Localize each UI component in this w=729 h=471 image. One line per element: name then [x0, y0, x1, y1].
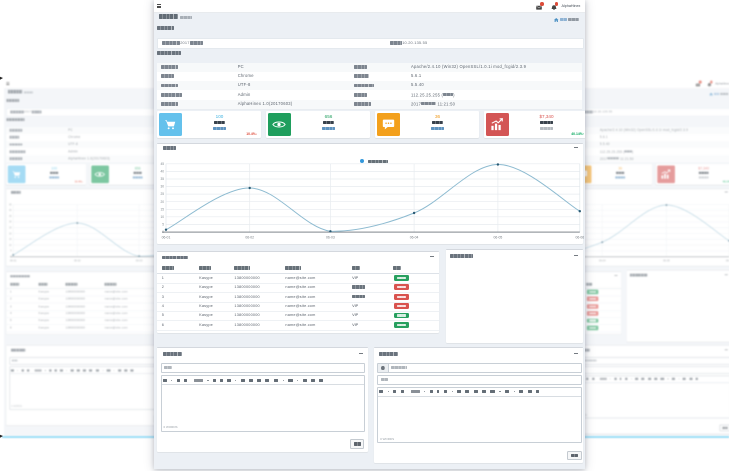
svg-text:20: 20 [160, 200, 164, 204]
svg-text:40: 40 [8, 209, 11, 212]
svg-text:20: 20 [8, 232, 11, 235]
svg-text:06-02: 06-02 [245, 236, 254, 240]
svg-text:10: 10 [160, 215, 164, 219]
svg-text:0: 0 [10, 255, 12, 258]
svg-text:15: 15 [160, 207, 164, 211]
svg-text:25: 25 [8, 226, 11, 229]
svg-text:40: 40 [160, 170, 164, 174]
svg-text:06-03: 06-03 [326, 236, 335, 240]
svg-text:06-04: 06-04 [599, 258, 606, 262]
svg-text:10: 10 [8, 243, 11, 246]
svg-text:45: 45 [8, 203, 11, 206]
svg-text:35: 35 [160, 177, 164, 181]
svg-text:30: 30 [160, 185, 164, 189]
svg-text:5: 5 [10, 249, 12, 252]
svg-text:06-05: 06-05 [494, 236, 503, 240]
svg-text:35: 35 [8, 214, 11, 217]
svg-text:30: 30 [8, 220, 11, 223]
svg-text:06-05: 06-05 [663, 258, 670, 262]
svg-text:15: 15 [8, 238, 11, 241]
svg-text:06-03: 06-03 [135, 258, 142, 262]
svg-text:25: 25 [160, 192, 164, 196]
svg-text:06-02: 06-02 [73, 258, 80, 262]
svg-text:06-04: 06-04 [410, 236, 419, 240]
svg-text:0: 0 [162, 230, 164, 234]
svg-text:06-01: 06-01 [162, 236, 171, 240]
svg-text:5: 5 [162, 223, 164, 227]
svg-text:06-06: 06-06 [575, 236, 584, 240]
svg-text:06-01: 06-01 [9, 258, 16, 262]
svg-text:45: 45 [160, 162, 164, 166]
